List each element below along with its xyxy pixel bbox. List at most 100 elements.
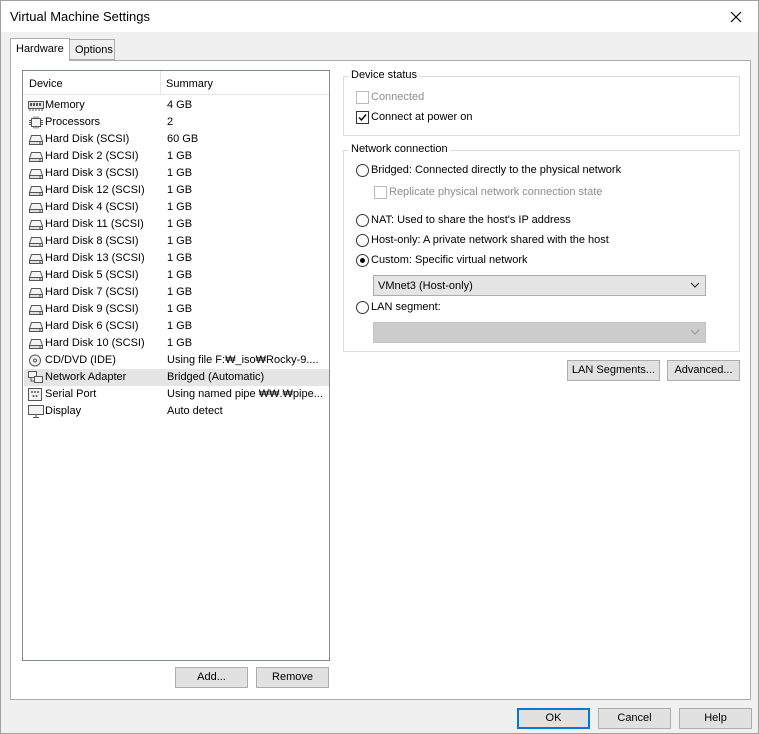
close-icon (730, 11, 742, 22)
device-name: Hard Disk 7 (SCSI) (45, 286, 139, 298)
column-summary[interactable]: Summary (166, 78, 213, 90)
custom-network-select[interactable]: VMnet3 (Host-only) (373, 275, 706, 296)
custom-label: Custom: Specific virtual network (371, 254, 528, 266)
device-summary: 60 GB (167, 133, 199, 145)
device-summary: 1 GB (167, 286, 193, 298)
device-row[interactable]: Hard Disk 4 (SCSI) 1 GB (24, 199, 329, 216)
host-only-label: Host-only: A private network shared with… (371, 234, 609, 246)
device-row[interactable]: Hard Disk 3 (SCSI) 1 GB (24, 165, 329, 182)
network-adapter-icon (28, 371, 44, 384)
close-button[interactable] (714, 1, 758, 32)
connect-at-power-on-checkbox[interactable] (356, 111, 369, 124)
network-connection-group: Network connection Bridged: Connected di… (343, 143, 740, 352)
cd-dvd-icon (28, 354, 44, 367)
remove-button[interactable]: Remove (256, 667, 329, 688)
host-only-radio[interactable] (356, 234, 369, 247)
list-header: Device Summary (23, 71, 329, 95)
advanced-button[interactable]: Advanced... (667, 360, 740, 381)
device-summary: 1 GB (167, 252, 193, 264)
device-name: Hard Disk 10 (SCSI) (45, 337, 145, 349)
bridged-label: Bridged: Connected directly to the physi… (371, 164, 622, 176)
device-list[interactable]: Device Summary Memory 4 GB Processors 2 Hard… (22, 70, 330, 661)
custom-radio[interactable] (356, 254, 369, 267)
device-name: Hard Disk 11 (SCSI) (45, 218, 144, 230)
device-name: Hard Disk 12 (SCSI) (45, 184, 145, 196)
device-row[interactable]: CD/DVD (IDE) Using file F:₩_iso₩Rocky-9..… (24, 352, 329, 369)
settings-window: Virtual Machine Settings Hardware Option… (0, 0, 759, 734)
column-device[interactable]: Device (29, 78, 63, 90)
device-name: Hard Disk 2 (SCSI) (45, 150, 139, 162)
device-summary: Using file F:₩_iso₩Rocky-9.... (167, 354, 319, 366)
device-name: Memory (45, 99, 85, 111)
nat-radio[interactable] (356, 214, 369, 227)
device-row[interactable]: Hard Disk 8 (SCSI) 1 GB (24, 233, 329, 250)
device-name: Processors (45, 116, 101, 128)
device-row[interactable]: Hard Disk 13 (SCSI) 1 GB (24, 250, 329, 267)
replicate-checkbox[interactable] (374, 186, 387, 199)
device-row[interactable]: Processors 2 (24, 114, 329, 131)
device-status-group: Device status Connected Connect at power… (343, 69, 740, 136)
network-connection-title: Network connection (349, 143, 450, 155)
checkmark-icon (358, 114, 367, 122)
device-name: Network Adapter (45, 371, 127, 383)
device-name: Display (45, 405, 82, 417)
device-name: Hard Disk 9 (SCSI) (45, 303, 139, 315)
bridged-radio[interactable] (356, 164, 369, 177)
device-summary: 4 GB (167, 99, 193, 111)
device-row[interactable]: Display Auto detect (24, 403, 329, 420)
lan-segment-label: LAN segment: (371, 301, 441, 313)
nat-label: NAT: Used to share the host's IP address (371, 214, 571, 226)
device-name: Hard Disk 6 (SCSI) (45, 320, 139, 332)
device-name: Hard Disk 3 (SCSI) (45, 167, 139, 179)
device-row[interactable]: Network Adapter Bridged (Automatic) (24, 369, 329, 386)
hard-disk-icon (28, 133, 44, 146)
device-row[interactable]: Hard Disk 7 (SCSI) 1 GB (24, 284, 329, 301)
device-row[interactable]: Hard Disk 12 (SCSI) 1 GB (24, 182, 329, 199)
device-summary: 1 GB (167, 218, 193, 230)
lan-segment-radio[interactable] (356, 301, 369, 314)
connected-checkbox[interactable] (356, 91, 369, 104)
device-name: Hard Disk 4 (SCSI) (45, 201, 139, 213)
custom-network-value: VMnet3 (Host-only) (378, 280, 473, 292)
hard-disk-icon (28, 252, 44, 265)
device-row[interactable]: Serial Port Using named pipe ₩₩.₩pipe... (24, 386, 329, 403)
hard-disk-icon (28, 167, 44, 180)
device-row[interactable]: Hard Disk 10 (SCSI) 1 GB (24, 335, 329, 352)
cancel-button[interactable]: Cancel (598, 708, 671, 729)
device-row[interactable]: Hard Disk 6 (SCSI) 1 GB (24, 318, 329, 335)
hard-disk-icon (28, 303, 44, 316)
serial-port-icon (28, 388, 44, 401)
device-row[interactable]: Hard Disk (SCSI) 60 GB (24, 131, 329, 148)
hard-disk-icon (28, 150, 44, 163)
add-button[interactable]: Add... (175, 667, 248, 688)
hard-disk-icon (28, 286, 44, 299)
chevron-down-icon (690, 329, 700, 335)
hard-disk-icon (28, 320, 44, 333)
device-summary: 1 GB (167, 235, 193, 247)
ok-button[interactable]: OK (517, 708, 590, 729)
tab-hardware[interactable]: Hardware (10, 38, 70, 61)
device-summary: 1 GB (167, 167, 193, 179)
lan-segments-button[interactable]: LAN Segments... (567, 360, 660, 381)
lan-segment-select[interactable] (373, 322, 706, 343)
device-name: CD/DVD (IDE) (45, 354, 116, 366)
device-row[interactable]: Hard Disk 5 (SCSI) 1 GB (24, 267, 329, 284)
hard-disk-icon (28, 235, 44, 248)
device-summary: Auto detect (167, 405, 223, 417)
hard-disk-icon (28, 201, 44, 214)
device-row[interactable]: Hard Disk 2 (SCSI) 1 GB (24, 148, 329, 165)
column-divider[interactable] (160, 71, 161, 95)
device-status-title: Device status (349, 69, 420, 81)
title-bar: Virtual Machine Settings (1, 1, 758, 32)
device-name: Hard Disk (SCSI) (45, 133, 130, 145)
device-row[interactable]: Hard Disk 9 (SCSI) 1 GB (24, 301, 329, 318)
device-row[interactable]: Memory 4 GB (24, 97, 329, 114)
window-title: Virtual Machine Settings (10, 9, 150, 24)
help-button[interactable]: Help (679, 708, 752, 729)
tab-options[interactable]: Options (69, 39, 115, 60)
device-row[interactable]: Hard Disk 11 (SCSI) 1 GB (24, 216, 329, 233)
device-summary: 1 GB (167, 320, 193, 332)
device-name: Serial Port (45, 388, 97, 400)
processor-icon (28, 116, 44, 129)
device-summary: 1 GB (167, 150, 193, 162)
